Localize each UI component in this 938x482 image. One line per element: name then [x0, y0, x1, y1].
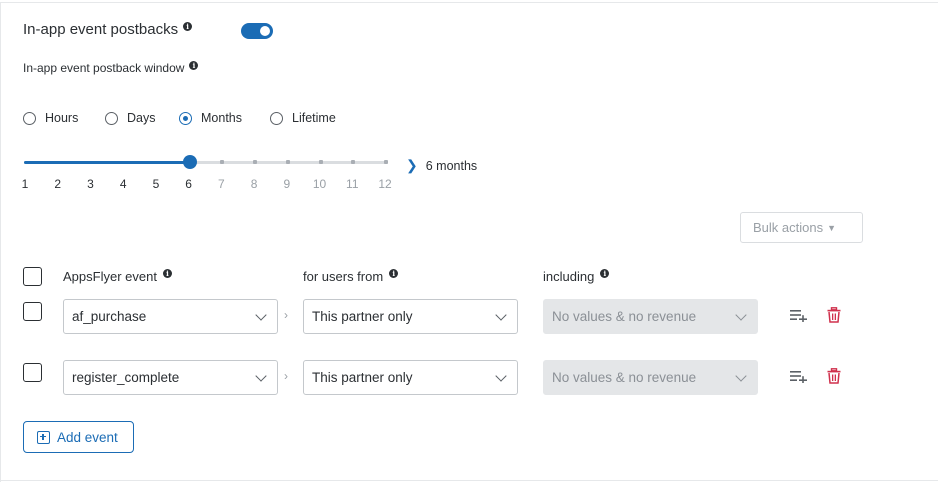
column-header-users-from: for users from i: [303, 269, 399, 284]
users-from-select[interactable]: This partner only: [303, 299, 518, 334]
radio-button-selected[interactable]: [179, 111, 192, 125]
caret-down-icon: ▼: [827, 222, 837, 233]
trash-icon[interactable]: [827, 307, 841, 323]
chevron-down-icon: [255, 370, 267, 382]
slider-label: 3: [87, 177, 94, 191]
panel-bottom-border: [0, 480, 938, 481]
slider-value-text: 6 months: [425, 158, 478, 173]
radio-label: Lifetime: [292, 111, 336, 125]
users-from-select-value: This partner only: [312, 370, 413, 385]
slider-tick: [253, 160, 258, 164]
slider-label: 2: [54, 177, 62, 191]
slider-tick: [351, 160, 356, 164]
slider-label: 10: [312, 177, 327, 191]
slider-label: 1: [21, 177, 29, 191]
trash-icon[interactable]: [827, 368, 841, 384]
panel-top-border: [0, 2, 938, 3]
radio-label: Months: [201, 111, 242, 125]
column-header-event: AppsFlyer event i: [63, 269, 172, 284]
slider-tick: [384, 160, 388, 164]
slider-value: ❯ 6 months: [406, 157, 477, 174]
row-checkbox[interactable]: [23, 363, 42, 382]
chevron-down-icon: [495, 370, 507, 382]
info-icon[interactable]: i: [389, 269, 399, 278]
slider-thumb[interactable]: [182, 155, 197, 169]
postbacks-toggle[interactable]: [241, 23, 273, 39]
chevron-right-icon: ›: [284, 369, 288, 383]
slider-fill: [24, 161, 190, 164]
row-checkbox[interactable]: [23, 302, 42, 321]
slider-tick: [220, 160, 225, 164]
chevron-down-icon: [255, 309, 267, 321]
chevron-right-icon: ›: [284, 308, 288, 322]
info-icon[interactable]: i: [600, 269, 610, 278]
plus-square-icon: [37, 430, 50, 444]
add-to-list-icon[interactable]: [790, 369, 808, 383]
info-icon[interactable]: i: [162, 269, 172, 278]
window-label-text: In-app event postback window: [23, 61, 185, 75]
slider-label: 7: [218, 177, 225, 191]
users-from-select-value: This partner only: [312, 309, 413, 324]
add-event-label: Add event: [57, 429, 118, 445]
radio-button[interactable]: [23, 111, 36, 125]
panel-left-border: [0, 2, 1, 482]
radio-label: Hours: [45, 111, 79, 125]
select-all-checkbox[interactable]: [23, 267, 42, 286]
including-select-value: No values & no revenue: [552, 309, 697, 324]
info-icon[interactable]: i: [189, 61, 199, 70]
chevron-down-icon: [495, 309, 507, 321]
slider-label: 6: [185, 177, 192, 191]
slider-label: 4: [119, 177, 127, 191]
radio-button[interactable]: [270, 111, 283, 125]
add-to-list-icon[interactable]: [790, 308, 808, 322]
event-select[interactable]: register_complete: [63, 360, 278, 395]
window-slider[interactable]: [24, 155, 388, 169]
info-icon[interactable]: i: [183, 22, 193, 31]
bulk-actions-label: Bulk actions: [753, 220, 824, 235]
radio-months[interactable]: Months: [179, 111, 242, 125]
slider-tick: [285, 160, 290, 164]
including-select: No values & no revenue: [543, 360, 758, 395]
slider-label: 11: [346, 177, 359, 191]
radio-days[interactable]: Days: [105, 111, 155, 125]
chevron-down-icon: [735, 309, 747, 321]
radio-hours[interactable]: Hours: [23, 111, 78, 125]
section-title: In-app event postbacks i: [23, 21, 193, 38]
column-header-label: for users from: [303, 269, 384, 284]
including-select: No values & no revenue: [543, 299, 758, 334]
chevron-down-icon: [735, 370, 747, 382]
radio-button[interactable]: [105, 111, 118, 125]
chevron-right-icon: ❯: [406, 157, 418, 173]
radio-label: Days: [127, 111, 156, 125]
event-select-value: af_purchase: [72, 309, 147, 324]
slider-label: 8: [250, 177, 258, 191]
slider-label: 9: [283, 177, 291, 191]
column-header-label: including: [543, 269, 595, 284]
window-label: In-app event postback window i: [23, 61, 199, 75]
column-header-label: AppsFlyer event: [63, 269, 157, 284]
add-event-button[interactable]: Add event: [23, 421, 134, 453]
bulk-actions-dropdown[interactable]: Bulk actions ▼: [740, 212, 863, 243]
radio-lifetime[interactable]: Lifetime: [270, 111, 336, 125]
toggle-knob: [260, 26, 270, 36]
slider-tick: [318, 160, 323, 164]
column-header-including: including i: [543, 269, 610, 284]
slider-label: 12: [378, 177, 392, 191]
event-select[interactable]: af_purchase: [63, 299, 278, 334]
including-select-value: No values & no revenue: [552, 370, 697, 385]
section-title-text: In-app event postbacks: [23, 21, 179, 38]
users-from-select[interactable]: This partner only: [303, 360, 518, 395]
event-select-value: register_complete: [72, 370, 180, 385]
slider-label: 5: [152, 177, 160, 191]
